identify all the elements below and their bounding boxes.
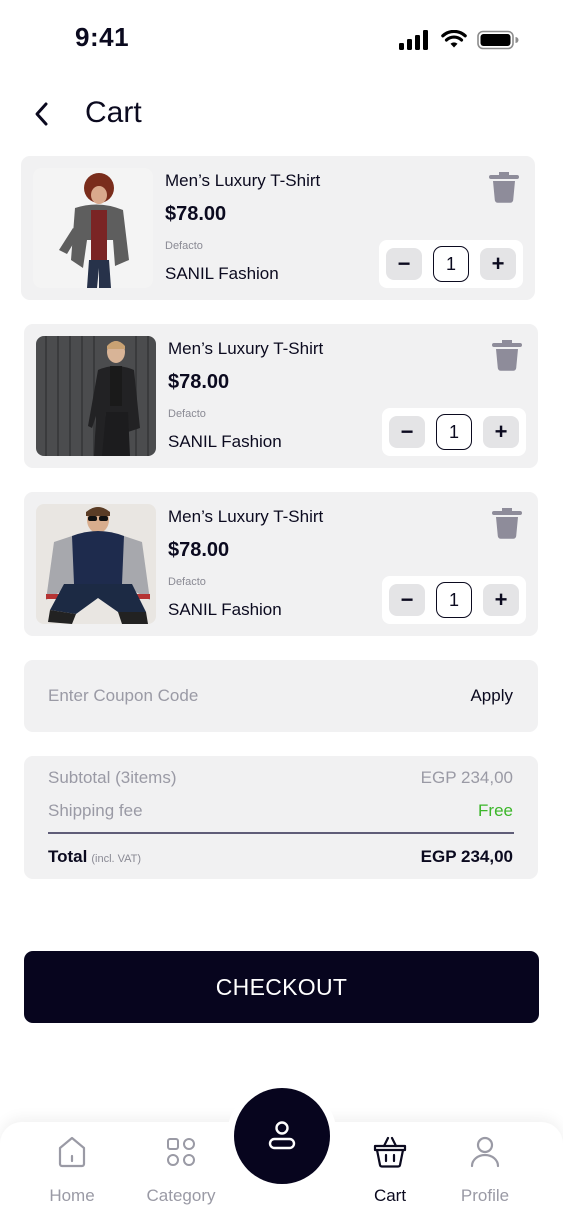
subtotal-label: Subtotal (3items) (48, 768, 177, 787)
quantity-value[interactable]: 1 (436, 582, 472, 618)
quantity-stepper: − 1 + (382, 408, 526, 456)
delete-item-button[interactable] (492, 506, 522, 540)
back-button[interactable] (28, 96, 56, 132)
delete-item-button[interactable] (492, 338, 522, 372)
cellular-signal-icon (399, 30, 428, 50)
increase-quantity-button[interactable]: + (480, 248, 516, 280)
coupon-code-input[interactable] (48, 682, 408, 710)
wifi-icon (441, 30, 467, 48)
man-grey-blazer-photo (33, 168, 153, 288)
product-seller: SANIL Fashion (168, 600, 282, 619)
product-name[interactable]: Men’s Luxury T-Shirt (165, 171, 320, 191)
quantity-value[interactable]: 1 (436, 414, 472, 450)
nav-item-profile[interactable]: Profile (435, 1122, 535, 1218)
basket-icon (372, 1134, 408, 1170)
user-icon (467, 1134, 503, 1170)
product-name[interactable]: Men’s Luxury T-Shirt (168, 339, 323, 359)
cart-item: Men’s Luxury T-Shirt $78.00 Defacto SANI… (24, 324, 538, 468)
decrease-quantity-button[interactable]: − (389, 416, 425, 448)
product-price: $78.00 (165, 203, 227, 225)
nav-label-cart: Cart (373, 1186, 407, 1205)
total-vat-note: (incl. VAT) (91, 853, 142, 865)
product-seller: SANIL Fashion (168, 432, 282, 451)
product-image[interactable] (36, 336, 156, 456)
total-label-row: Total (incl. VAT) (48, 847, 141, 867)
battery-icon (477, 30, 519, 50)
cart-item: Men’s Luxury T-Shirt $78.00 Defacto SANI… (21, 156, 535, 300)
nav-label-profile: Profile (460, 1186, 510, 1205)
product-image[interactable] (36, 504, 156, 624)
product-name[interactable]: Men’s Luxury T-Shirt (168, 507, 323, 527)
quantity-stepper: − 1 + (382, 576, 526, 624)
product-price: $78.00 (168, 539, 230, 561)
nav-item-category[interactable]: Category (131, 1122, 231, 1218)
product-brand: Defacto (168, 576, 206, 588)
order-summary: Subtotal (3items) EGP 234,00 Shipping fe… (24, 756, 538, 879)
nav-label-category: Category (146, 1186, 216, 1205)
trash-icon (492, 340, 522, 371)
apply-coupon-button[interactable]: Apply (470, 686, 513, 706)
product-seller: SANIL Fashion (165, 264, 279, 283)
page-title: Cart (85, 96, 142, 129)
shipping-fee-label: Shipping fee (48, 801, 143, 820)
product-brand: Defacto (168, 408, 206, 420)
chevron-left-icon (35, 102, 48, 126)
decrease-quantity-button[interactable]: − (389, 584, 425, 616)
product-image[interactable] (33, 168, 153, 288)
increase-quantity-button[interactable]: + (483, 416, 519, 448)
center-action-button[interactable] (234, 1088, 330, 1184)
trash-icon (492, 508, 522, 539)
cart-item: Men’s Luxury T-Shirt $78.00 Defacto SANI… (24, 492, 538, 636)
trash-icon (489, 172, 519, 203)
status-icons (399, 30, 519, 50)
home-icon (54, 1134, 90, 1170)
decrease-quantity-button[interactable]: − (386, 248, 422, 280)
total-label: Total (48, 847, 88, 866)
nav-item-cart[interactable]: Cart (340, 1122, 440, 1218)
delete-item-button[interactable] (489, 170, 519, 204)
product-brand: Defacto (165, 240, 203, 252)
man-varsity-jacket-photo (36, 504, 156, 624)
status-bar: 9:41 (0, 0, 563, 80)
subtotal-value: EGP 234,00 (420, 768, 513, 787)
quantity-value[interactable]: 1 (433, 246, 469, 282)
shipping-fee-value: Free (478, 801, 513, 820)
summary-divider (48, 832, 514, 834)
man-dark-blazer-photo (36, 336, 156, 456)
nav-label-home: Home (49, 1186, 95, 1205)
product-price: $78.00 (168, 371, 230, 393)
coupon-section: Apply (24, 660, 538, 732)
increase-quantity-button[interactable]: + (483, 584, 519, 616)
checkout-button[interactable]: CHECKOUT (24, 951, 539, 1023)
total-value: EGP 234,00 (420, 847, 513, 866)
grid-icon (163, 1134, 199, 1170)
status-time: 9:41 (75, 22, 130, 52)
quantity-stepper: − 1 + (379, 240, 523, 288)
person-icon (268, 1121, 296, 1150)
nav-item-home[interactable]: Home (22, 1122, 122, 1218)
